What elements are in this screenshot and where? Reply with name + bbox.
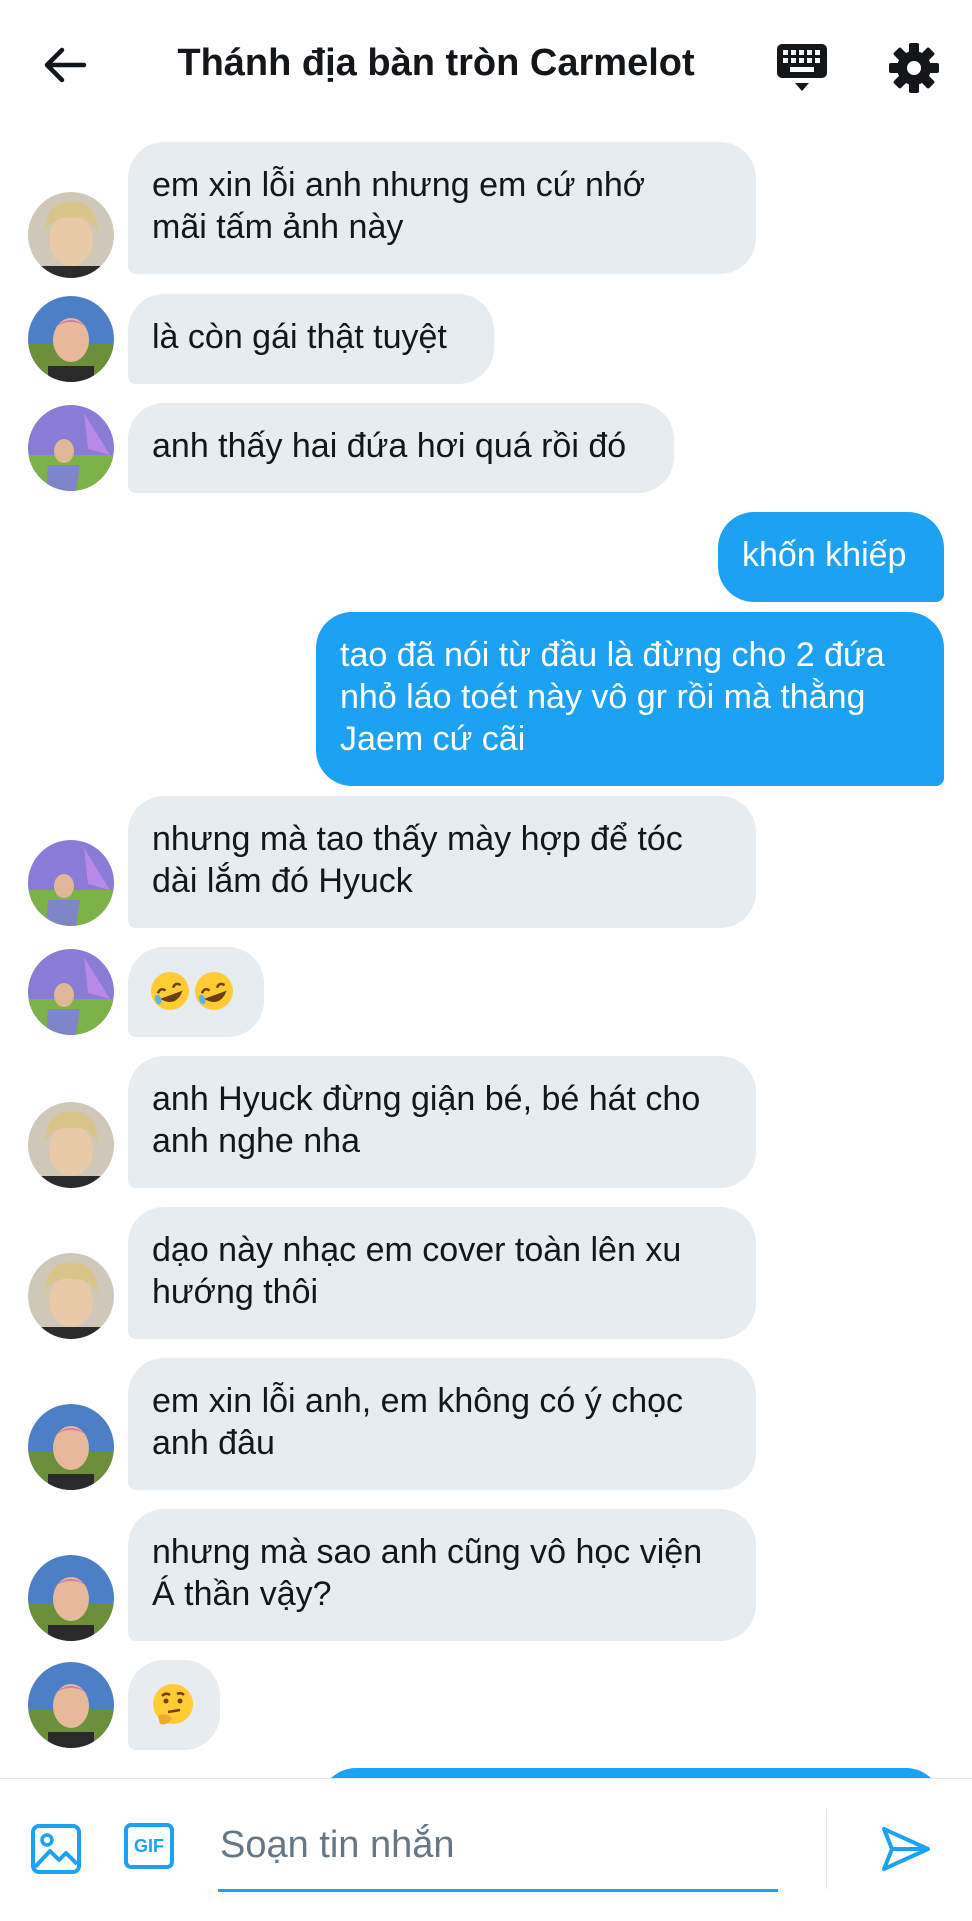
avatar-flower-boy[interactable] bbox=[28, 1404, 114, 1490]
message-row: nhưng mà tao thấy mày hợp để tóc dài lắm… bbox=[0, 796, 972, 928]
message-list[interactable]: em xin lỗi anh nhưng em cứ nhớ mãi tấm ả… bbox=[0, 130, 972, 1778]
message-input-wrapper bbox=[218, 1799, 782, 1892]
message-row: là còn gái thật tuyệt bbox=[0, 294, 972, 384]
message-text: nhỏ láo toét này vô gr rồi mà thằng bbox=[340, 678, 866, 716]
avatar-flower-boy[interactable] bbox=[28, 1662, 114, 1748]
message-row bbox=[0, 947, 972, 1037]
message-bubble[interactable]: anh Hyuck đừng giận bé, bé hát cho anh n… bbox=[128, 1056, 756, 1188]
message-row: anh thấy hai đứa hơi quá rồi đó bbox=[0, 403, 972, 493]
message-text: là còn gái thật tuyệt bbox=[152, 318, 447, 356]
message-row: anh Hyuck đừng giận bé, bé hát cho anh n… bbox=[0, 1056, 972, 1188]
keyboard-button[interactable] bbox=[776, 42, 828, 94]
avatar-blond-boy[interactable] bbox=[28, 1253, 114, 1339]
message-bubble[interactable] bbox=[128, 947, 264, 1037]
avatar-blond-boy[interactable] bbox=[28, 1102, 114, 1188]
gif-icon: GIF bbox=[124, 1823, 174, 1869]
message-text: anh thấy hai đứa hơi quá rồi đó bbox=[152, 427, 627, 465]
message-text: tao đã nói từ đầu là đừng cho 2 đứa bbox=[340, 636, 885, 674]
avatar-purple-field[interactable] bbox=[28, 949, 114, 1035]
message-bubble[interactable] bbox=[128, 1660, 220, 1750]
message-bubble[interactable]: khốn khiếp bbox=[718, 512, 944, 602]
message-text: hướng thôi bbox=[152, 1273, 319, 1311]
message-bubble[interactable] bbox=[320, 1768, 942, 1778]
send-button[interactable] bbox=[880, 1823, 932, 1875]
avatar-blond-boy[interactable] bbox=[28, 192, 114, 278]
message-row: em xin lỗi anh nhưng em cứ nhớ mãi tấm ả… bbox=[0, 142, 972, 278]
message-text: mãi tấm ảnh này bbox=[152, 208, 404, 246]
divider bbox=[826, 1809, 827, 1889]
message-row: nhưng mà sao anh cũng vô học viện Á thần… bbox=[0, 1509, 972, 1641]
message-bubble[interactable]: nhưng mà sao anh cũng vô học viện Á thần… bbox=[128, 1509, 756, 1641]
message-row: khốn khiếp bbox=[0, 512, 972, 602]
keyboard-icon bbox=[777, 44, 827, 91]
settings-button[interactable] bbox=[888, 42, 940, 94]
message-text: Jaem cứ cãi bbox=[340, 720, 526, 758]
message-bubble[interactable]: anh thấy hai đứa hơi quá rồi đó bbox=[128, 403, 674, 493]
gif-button[interactable]: GIF bbox=[124, 1823, 178, 1875]
image-icon bbox=[31, 1824, 81, 1874]
message-text: anh nghe nha bbox=[152, 1122, 360, 1160]
message-text: nhưng mà tao thấy mày hợp để tóc bbox=[152, 820, 683, 858]
message-row: em xin lỗi anh, em không có ý chọc anh đ… bbox=[0, 1358, 972, 1490]
avatar-purple-field[interactable] bbox=[28, 405, 114, 491]
message-text: nhưng mà sao anh cũng vô học viện bbox=[152, 1533, 703, 1571]
message-row: dạo này nhạc em cover toàn lên xu hướng … bbox=[0, 1207, 972, 1339]
avatar-flower-boy[interactable] bbox=[28, 1555, 114, 1641]
add-image-button[interactable] bbox=[30, 1823, 82, 1875]
back-button[interactable] bbox=[40, 40, 90, 90]
message-bubble[interactable]: tao đã nói từ đầu là đừng cho 2 đứa nhỏ … bbox=[316, 612, 944, 786]
rolling-on-floor-laughing-emoji bbox=[151, 972, 233, 1010]
conversation-title: Thánh địa bàn tròn Carmelot bbox=[177, 42, 695, 84]
message-row: tao đã nói từ đầu là đừng cho 2 đứa nhỏ … bbox=[0, 612, 972, 786]
message-bubble[interactable]: em xin lỗi anh nhưng em cứ nhớ mãi tấm ả… bbox=[128, 142, 756, 274]
message-bubble[interactable]: dạo này nhạc em cover toàn lên xu hướng … bbox=[128, 1207, 756, 1339]
message-text: em xin lỗi anh nhưng em cứ nhớ bbox=[152, 166, 646, 204]
message-text: khốn khiếp bbox=[742, 536, 907, 574]
send-icon bbox=[882, 1827, 930, 1871]
avatar-purple-field[interactable] bbox=[28, 840, 114, 926]
message-row bbox=[0, 1660, 972, 1750]
message-bubble[interactable]: nhưng mà tao thấy mày hợp để tóc dài lắm… bbox=[128, 796, 756, 928]
message-text: anh Hyuck đừng giận bé, bé hát cho bbox=[152, 1080, 701, 1118]
conversation-header: Thánh địa bàn tròn Carmelot bbox=[0, 0, 972, 130]
message-composer: GIF bbox=[0, 1778, 972, 1921]
message-input[interactable] bbox=[218, 1799, 782, 1891]
gear-icon bbox=[889, 43, 939, 93]
arrow-left-icon bbox=[44, 47, 87, 83]
avatar-flower-boy[interactable] bbox=[28, 296, 114, 382]
message-text: Á thần vậy? bbox=[152, 1575, 332, 1613]
thinking-face-emoji bbox=[153, 1684, 193, 1725]
message-row bbox=[0, 1768, 972, 1778]
message-bubble[interactable]: là còn gái thật tuyệt bbox=[128, 294, 494, 384]
message-bubble[interactable]: em xin lỗi anh, em không có ý chọc anh đ… bbox=[128, 1358, 756, 1490]
message-text: dài lắm đó Hyuck bbox=[152, 862, 413, 900]
message-text: anh đâu bbox=[152, 1424, 275, 1462]
message-text: dạo này nhạc em cover toàn lên xu bbox=[152, 1231, 682, 1269]
message-text: em xin lỗi anh, em không có ý chọc bbox=[152, 1382, 684, 1420]
